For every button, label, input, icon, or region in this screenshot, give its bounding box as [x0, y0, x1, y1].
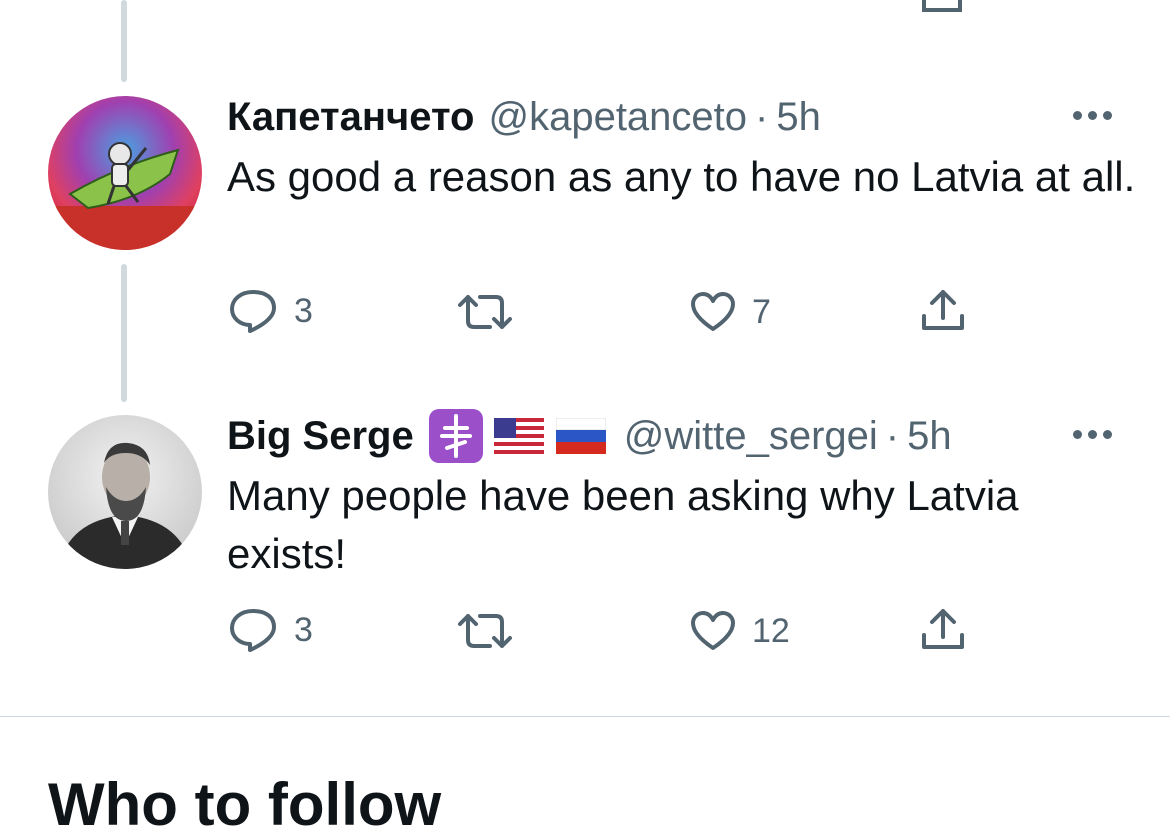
like-icon: [691, 292, 735, 331]
section-divider: [0, 716, 1170, 717]
share-icon[interactable]: [920, 0, 964, 14]
russia-flag-icon: [555, 418, 606, 454]
user-handle[interactable]: @witte_sergei: [624, 414, 878, 459]
dot-icon: [1073, 111, 1082, 120]
reply-count: 3: [294, 291, 313, 330]
share-icon: [922, 609, 964, 649]
us-flag-icon: [493, 418, 544, 454]
reply-button[interactable]: 3: [228, 288, 313, 334]
avatar[interactable]: [48, 415, 202, 569]
reply-button[interactable]: 3: [228, 607, 313, 653]
reply-icon[interactable]: [231, 0, 275, 8]
retweet-icon[interactable]: [458, 0, 514, 8]
display-name[interactable]: Big Serge: [227, 414, 414, 459]
dot-icon: [1073, 430, 1082, 439]
avatar[interactable]: [48, 96, 202, 250]
like-icon: [691, 611, 735, 650]
tweet-text: Many people have been asking why Latvia …: [227, 472, 1019, 577]
like-button[interactable]: 7: [690, 290, 771, 334]
user-handle[interactable]: @kapetanceto: [488, 95, 747, 140]
dot-icon: [1103, 430, 1112, 439]
more-options-button[interactable]: [1073, 430, 1112, 439]
retweet-button[interactable]: [456, 609, 514, 653]
retweet-button[interactable]: [456, 290, 514, 334]
like-count: 12: [752, 611, 790, 650]
like-icon[interactable]: [690, 0, 734, 8]
reply-icon: [230, 609, 276, 652]
tweet-header: Big Serge @witte_sergei · 5h: [227, 408, 952, 464]
dot-icon: [1088, 430, 1097, 439]
like-button[interactable]: 12: [690, 609, 790, 653]
orthodox-cross-icon: [428, 408, 484, 464]
share-button[interactable]: [920, 607, 966, 653]
thread-connector-line: [121, 0, 127, 82]
share-button[interactable]: [920, 288, 966, 334]
astronaut-avatar-icon: [48, 96, 202, 250]
timestamp[interactable]: 5h: [776, 95, 821, 140]
tweet-text: As good a reason as any to have no Latvi…: [227, 153, 1136, 200]
more-options-button[interactable]: [1073, 111, 1112, 120]
portrait-avatar-icon: [48, 415, 202, 569]
dot-icon: [1103, 111, 1112, 120]
retweet-icon: [458, 614, 512, 648]
like-count: 7: [752, 292, 771, 331]
dot-icon: [1088, 111, 1097, 120]
display-name[interactable]: Капетанчето: [227, 95, 474, 140]
timestamp[interactable]: 5h: [907, 414, 952, 459]
share-icon: [922, 290, 964, 330]
thread-connector-line: [121, 264, 127, 402]
separator-dot: ·: [885, 413, 900, 458]
reply-count: 3: [294, 610, 313, 649]
tweet-header: Капетанчето @kapetanceto · 5h: [227, 92, 821, 142]
reply-icon: [230, 290, 276, 333]
who-to-follow-heading: Who to follow: [48, 771, 442, 838]
separator-dot: ·: [755, 94, 769, 139]
retweet-icon: [458, 295, 512, 329]
